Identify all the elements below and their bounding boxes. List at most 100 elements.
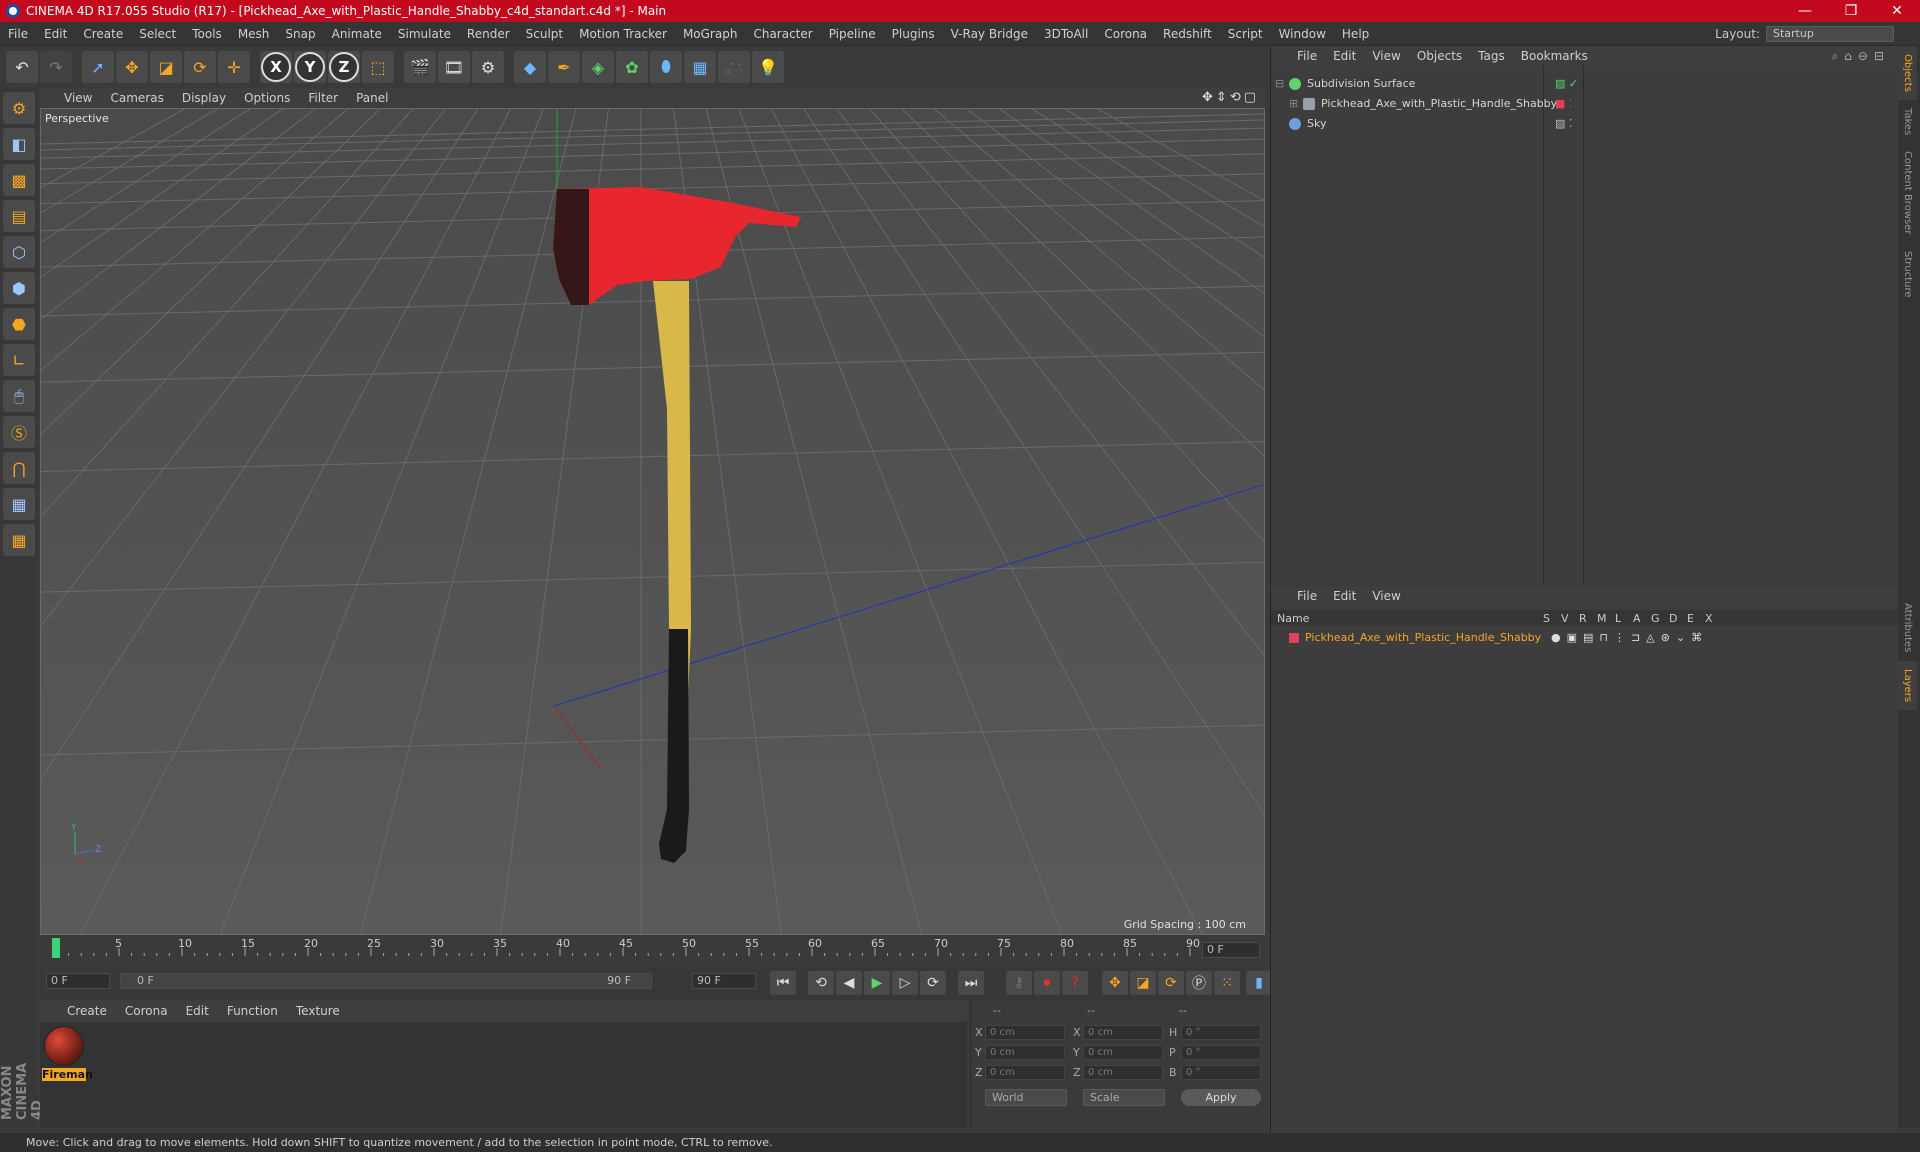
side-tab-layers[interactable]: Layers — [1898, 660, 1917, 710]
obj-menu-view[interactable]: View — [1364, 49, 1408, 63]
subdivision-button[interactable]: ◈ — [582, 51, 614, 83]
viewport-menu-panel[interactable]: Panel — [347, 91, 397, 105]
menu-window[interactable]: Window — [1271, 27, 1334, 41]
record-button[interactable]: ⏺ — [1034, 971, 1060, 995]
texture-mode-button[interactable]: ▩ — [3, 164, 35, 196]
pos-z-field[interactable]: 0 cm — [985, 1065, 1065, 1080]
edges-mode-button[interactable]: ⬢ — [3, 272, 35, 304]
viewport-menu-display[interactable]: Display — [173, 91, 235, 105]
current-frame-field[interactable]: 0 F — [1202, 942, 1260, 958]
coord-mode-select[interactable]: World — [985, 1089, 1067, 1106]
minimize-button[interactable]: — — [1782, 0, 1828, 22]
menu-character[interactable]: Character — [745, 27, 820, 41]
tweak-mode-button[interactable]: 🖱 — [3, 380, 35, 412]
obj-menu-bookmarks[interactable]: Bookmarks — [1513, 49, 1596, 63]
material-menu-edit[interactable]: Edit — [177, 1004, 218, 1018]
material-swatch[interactable]: Fireman — [42, 1024, 93, 1081]
render-view-button[interactable]: 🎬 — [404, 51, 436, 83]
close-button[interactable]: ✕ — [1874, 0, 1920, 22]
menu-corona[interactable]: Corona — [1096, 27, 1155, 41]
size-z-field[interactable]: 0 cm — [1083, 1065, 1163, 1080]
menu-script[interactable]: Script — [1220, 27, 1271, 41]
workplane-snap-button[interactable]: ▦ — [3, 524, 35, 556]
obj-menu-tags[interactable]: Tags — [1470, 49, 1513, 63]
transform-tool-button[interactable]: ✛ — [218, 51, 250, 83]
menu-edit[interactable]: Edit — [36, 27, 75, 41]
obj-search-home-icons[interactable]: ⌕⌂⊖⊟ — [1832, 49, 1890, 64]
menu-3dtoall[interactable]: 3DToAll — [1036, 27, 1096, 41]
side-tab-takes[interactable]: Takes — [1898, 100, 1917, 143]
menu-create[interactable]: Create — [75, 27, 131, 41]
menu-help[interactable]: Help — [1334, 27, 1377, 41]
floor-object-button[interactable]: ▦ — [684, 51, 716, 83]
rot-h-field[interactable]: 0 ° — [1181, 1025, 1261, 1040]
object-row-axe[interactable]: ⊞ Pickhead_Axe_with_Plastic_Handle_Shabb… — [1275, 94, 1880, 113]
key-scale-button[interactable]: ◪ — [1130, 971, 1156, 995]
maximize-button[interactable]: ❐ — [1828, 0, 1874, 22]
material-menu-texture[interactable]: Texture — [287, 1004, 349, 1018]
polygons-mode-button[interactable]: ⬣ — [3, 308, 35, 340]
prev-frame-button[interactable]: ◀ — [836, 971, 862, 995]
undo-button[interactable]: ↶ — [6, 51, 38, 83]
layer-menu-edit[interactable]: Edit — [1325, 589, 1364, 603]
goto-start-button[interactable]: ⏮ — [770, 971, 796, 995]
tree-expand-icon[interactable]: ⊞ — [1289, 97, 1303, 110]
material-menu-function[interactable]: Function — [218, 1004, 287, 1018]
redo-button[interactable]: ↷ — [40, 51, 72, 83]
y-axis-toggle[interactable]: Y — [294, 51, 326, 83]
viewport-nav-icons[interactable]: ✥⇕⟲▢ — [1202, 90, 1259, 105]
next-frame-button[interactable]: ▷ — [892, 971, 918, 995]
timeline-window-button[interactable]: ▮ — [1246, 971, 1272, 995]
object-enabled-check-icon[interactable]: ▨ ✓ — [1555, 77, 1578, 90]
object-row-sky[interactable]: Sky ▨ ⁚ — [1275, 114, 1880, 133]
menu-mograph[interactable]: MoGraph — [675, 27, 746, 41]
workplane-mode-button[interactable]: ▤ — [3, 200, 35, 232]
menu-file[interactable]: File — [0, 27, 36, 41]
material-menu-create[interactable]: Create — [58, 1004, 116, 1018]
object-visibility-icon[interactable]: ▨ ⁚ — [1555, 117, 1572, 130]
viewport-menu-filter[interactable]: Filter — [299, 91, 347, 105]
motion-record-button[interactable]: ⚷ — [1006, 971, 1032, 995]
key-rotation-button[interactable]: ⟳ — [1158, 971, 1184, 995]
side-tab-attributes[interactable]: Attributes — [1898, 595, 1917, 660]
prev-key-button[interactable]: ⟲ — [808, 971, 834, 995]
menu-motion-tracker[interactable]: Motion Tracker — [571, 27, 675, 41]
next-key-button[interactable]: ⟳ — [920, 971, 946, 995]
timeline-ruler[interactable]: 051015202530354045505560657075808590 0 F — [40, 936, 1265, 964]
pen-tool-button[interactable]: ✒ — [548, 51, 580, 83]
menu-pipeline[interactable]: Pipeline — [821, 27, 884, 41]
key-position-button[interactable]: ✥ — [1102, 971, 1128, 995]
tree-collapse-icon[interactable]: ⊟ — [1275, 77, 1289, 90]
menu-sculpt[interactable]: Sculpt — [518, 27, 571, 41]
obj-menu-edit[interactable]: Edit — [1325, 49, 1364, 63]
rot-p-field[interactable]: 0 ° — [1181, 1045, 1261, 1060]
coordinate-system-button[interactable]: ⬚ — [362, 51, 394, 83]
points-mode-button[interactable]: ⬡ — [3, 236, 35, 268]
menu-vray-bridge[interactable]: V-Ray Bridge — [943, 27, 1036, 41]
side-tab-structure[interactable]: Structure — [1898, 243, 1917, 306]
layer-menu-view[interactable]: View — [1364, 589, 1408, 603]
viewport-menu-options[interactable]: Options — [235, 91, 299, 105]
coord-scale-select[interactable]: Scale — [1083, 1089, 1165, 1106]
layer-menu-file[interactable]: File — [1289, 589, 1325, 603]
frame-range-slider[interactable]: 0 F 90 F — [120, 973, 652, 989]
snap-button[interactable]: Ⓢ — [3, 416, 35, 448]
menu-tools[interactable]: Tools — [184, 27, 230, 41]
end-frame-field[interactable]: 90 F — [692, 973, 756, 989]
x-axis-toggle[interactable]: X — [260, 51, 292, 83]
menu-simulate[interactable]: Simulate — [390, 27, 459, 41]
deformer-button[interactable]: ⬮ — [650, 51, 682, 83]
menu-snap[interactable]: Snap — [277, 27, 323, 41]
layout-select[interactable]: Startup — [1766, 26, 1894, 42]
key-parameter-button[interactable]: Ⓟ — [1186, 971, 1212, 995]
start-frame-field[interactable]: 0 F — [46, 973, 110, 989]
side-tab-objects[interactable]: Objects — [1898, 46, 1917, 100]
play-button[interactable]: ▶ — [864, 971, 890, 995]
layer-row[interactable]: Pickhead_Axe_with_Plastic_Handle_Shabby … — [1275, 628, 1880, 647]
menu-plugins[interactable]: Plugins — [884, 27, 943, 41]
cube-object-button[interactable]: ◆ — [514, 51, 546, 83]
menu-animate[interactable]: Animate — [324, 27, 390, 41]
camera-object-button[interactable]: 🎥 — [718, 51, 750, 83]
move-tool-button[interactable]: ✥ — [116, 51, 148, 83]
apply-button[interactable]: Apply — [1181, 1089, 1261, 1106]
